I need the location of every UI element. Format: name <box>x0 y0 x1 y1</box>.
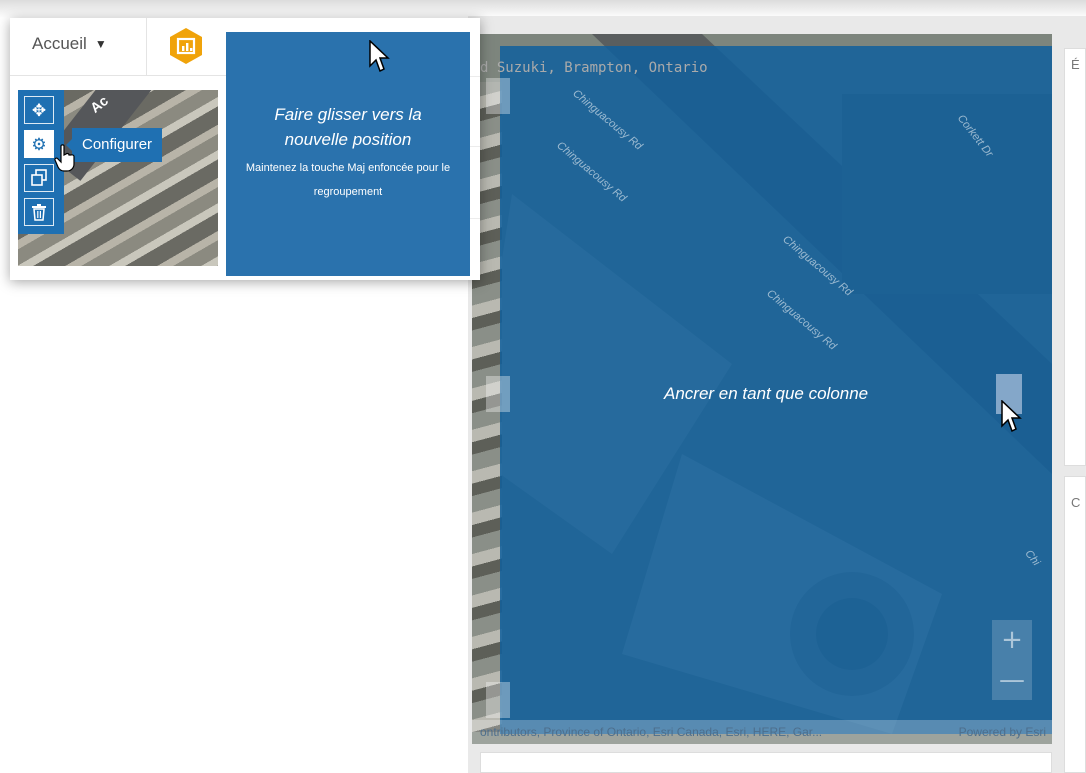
app-header: Accueil ▼ <box>10 18 226 76</box>
drag-feedback-hint: Maintenez la touche Maj enfoncée pour le… <box>245 162 451 198</box>
hand-pointer-icon <box>54 144 75 172</box>
mouse-pointer-icon <box>1001 400 1022 433</box>
dock-target-left-bottom <box>486 682 510 718</box>
side-card-bottom-label: C <box>1071 495 1081 510</box>
caret-down-icon: ▼ <box>94 37 107 51</box>
trash-icon[interactable] <box>24 198 54 226</box>
zoom-in-button[interactable]: + <box>992 620 1032 660</box>
drag-feedback-title: Faire glisser vers la nouvelle position <box>274 105 422 149</box>
zoom-out-button[interactable]: — <box>992 660 1032 700</box>
bottom-card[interactable] <box>480 752 1052 773</box>
configure-tooltip: Configurer <box>65 128 163 162</box>
mouse-pointer-icon <box>369 40 390 73</box>
dock-target-left-middle <box>486 376 510 412</box>
duplicate-icon[interactable] <box>24 164 54 192</box>
map-title: d Suzuki, Brampton, Ontario <box>480 60 708 76</box>
gear-icon[interactable]: ⚙ <box>24 130 54 158</box>
drag-feedback-box: Faire glisser vers la nouvelle position … <box>226 32 470 276</box>
side-card-top-label: É <box>1071 57 1080 72</box>
widget-drag-popup: Accueil ▼ Ac ✥ ⚙ Configurer Faire glisse… <box>10 18 480 280</box>
dock-target-left-top <box>486 78 510 114</box>
home-menu-label: Accueil <box>32 34 87 53</box>
zoom-control: + — <box>992 620 1032 700</box>
side-card-bottom[interactable]: C <box>1064 476 1086 773</box>
trash-glyph <box>32 204 46 221</box>
duplicate-glyph <box>31 169 47 186</box>
move-arrows-icon[interactable]: ✥ <box>24 96 54 124</box>
powered-by-esri[interactable]: Powered by Esri <box>959 720 1046 744</box>
header-divider <box>146 18 147 76</box>
map-widget[interactable]: d Suzuki, Brampton, Ontario Chinguacousy… <box>472 34 1052 744</box>
attribution-text: ontributors, Province of Ontario, Esri C… <box>480 725 823 739</box>
insights-app-icon[interactable] <box>168 27 204 65</box>
home-menu[interactable]: Accueil ▼ <box>32 34 107 54</box>
side-card-top[interactable]: É <box>1064 48 1086 466</box>
map-attribution: ontributors, Province of Ontario, Esri C… <box>472 720 1052 744</box>
dock-as-column-label: Ancrer en tant que colonne <box>664 384 869 403</box>
